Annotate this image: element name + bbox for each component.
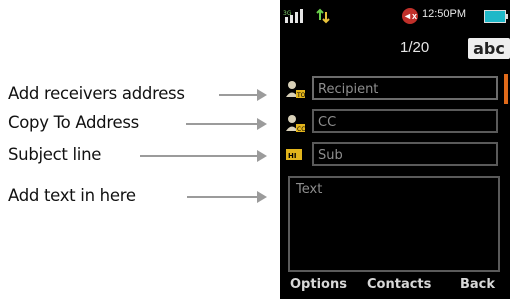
message-text-area[interactable]: Text	[288, 176, 500, 272]
annotation-cc: Copy To Address	[8, 113, 139, 132]
svg-text:TO: TO	[296, 92, 305, 98]
svg-text:HI: HI	[288, 152, 296, 160]
battery-icon	[484, 10, 508, 23]
phone-screen: 3G ◄x 12:50PM 1/20 abc TO Recipient CC C…	[280, 0, 510, 299]
mute-icon: ◄x	[402, 8, 418, 24]
softkey-bar: Options Contacts Back	[280, 277, 510, 295]
svg-text:CC: CC	[297, 126, 305, 132]
status-bar: 3G ◄x 12:50PM	[280, 6, 510, 26]
back-softkey[interactable]: Back	[460, 277, 495, 292]
message-counter: 1/20	[400, 39, 430, 56]
signal-strength-icon: 3G	[283, 9, 303, 23]
contacts-softkey[interactable]: Contacts	[367, 277, 431, 292]
subject-field[interactable]: Sub	[312, 142, 498, 166]
options-softkey[interactable]: Options	[290, 277, 347, 292]
status-time: 12:50PM	[422, 8, 467, 20]
recipient-field[interactable]: Recipient	[312, 76, 498, 100]
annotation-subject: Subject line	[8, 145, 102, 164]
data-transfer-icon	[316, 8, 330, 24]
text-placeholder: Text	[296, 182, 323, 197]
contact-cc-icon: CC	[286, 115, 305, 132]
cc-field[interactable]: CC	[312, 109, 498, 133]
arrow-subject	[140, 150, 267, 162]
annotation-text: Add text in here	[8, 186, 136, 205]
arrow-recipient	[219, 89, 267, 101]
contact-to-icon: TO	[286, 81, 305, 98]
scroll-indicator	[504, 74, 508, 104]
annotation-recipient: Add receivers address	[8, 84, 185, 103]
input-mode-indicator: abc	[468, 38, 510, 59]
subject-tag-icon: HI	[286, 149, 302, 160]
arrow-text	[187, 191, 267, 203]
arrow-cc	[186, 118, 267, 130]
